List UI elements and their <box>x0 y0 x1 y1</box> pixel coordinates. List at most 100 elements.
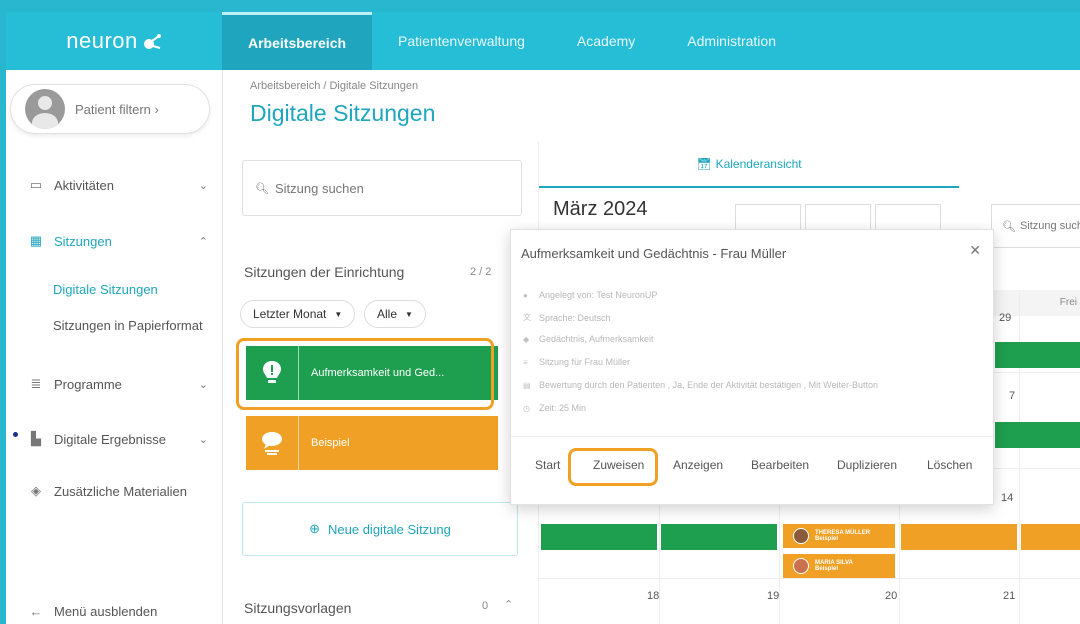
logo-mark-icon <box>140 32 162 50</box>
event-sub: Beispiel <box>815 536 839 542</box>
popup-detail-text: Bewertung durch den Patienten , Ja, Ende… <box>539 380 879 390</box>
plus-circle-icon: ⊕ <box>309 521 321 536</box>
calendar-search-input[interactable]: 🔍︎ Sitzung such <box>991 204 1080 248</box>
language-icon: 文 <box>523 313 531 322</box>
new-session-button[interactable]: ⊕ Neue digitale Sitzung <box>242 502 518 556</box>
calendar-event[interactable]: THERESA MÜLLER Beispiel <box>783 524 895 548</box>
day-number: 18 <box>647 590 660 602</box>
top-bar: neuron Arbeitsbereich Patientenverwaltun… <box>6 12 1080 70</box>
popup-detail: ◆ Gedächtnis, Aufmerksamkeit <box>523 334 654 344</box>
sidebar-subitem-digitale-sitzungen[interactable]: Digitale Sitzungen <box>53 282 158 297</box>
patient-filter-button[interactable]: Patient filtern › <box>10 84 210 134</box>
app-window: neuron Arbeitsbereich Patientenverwaltun… <box>6 12 1080 624</box>
popup-detail-text: Angelegt von: Test NeuronUP <box>539 290 658 300</box>
session-search-input[interactable]: 🔍︎ Sitzung suchen <box>242 160 522 216</box>
patient-filter-label: Patient filtern › <box>75 101 159 117</box>
tab-patientenverwaltung[interactable]: Patientenverwaltung <box>372 12 551 70</box>
filter-period-dropdown[interactable]: Letzter Monat ▼ <box>240 300 356 328</box>
person-icon: ● <box>523 290 528 300</box>
session-card-label: Beispiel <box>311 437 350 449</box>
calendar-grid-icon: ▦ <box>29 233 43 248</box>
day-number: 7 <box>1009 390 1016 402</box>
caret-down-icon: ▼ <box>334 309 343 319</box>
calendar-event-bar[interactable] <box>541 524 657 550</box>
filter-period-label: Letzter Monat <box>253 307 327 321</box>
chevron-down-icon: ⌄ <box>198 433 208 446</box>
avatar <box>793 558 809 574</box>
popup-divider <box>511 436 993 437</box>
popup-detail: ▤ Bewertung durch den Patienten , Ja, End… <box>523 380 878 390</box>
popup-detail: 文 Sprache: Deutsch <box>523 312 611 323</box>
avatar <box>25 89 65 129</box>
day-number: 20 <box>885 590 898 602</box>
popup-detail-text: Sprache: Deutsch <box>539 312 611 323</box>
day-number: 19 <box>767 590 780 602</box>
popup-detail-text: Zeit: 25 Min <box>539 403 587 413</box>
hide-menu-button[interactable]: ← Menü ausblenden <box>6 596 222 624</box>
highlight-session-card <box>236 338 494 410</box>
search-placeholder: Sitzung suchen <box>274 180 364 196</box>
section-title-einrichtung: Sitzungen der Einrichtung <box>244 264 405 280</box>
calendar-event-bar[interactable] <box>661 524 777 550</box>
sidebar-item-zusaetzliche-materialien[interactable]: ◈ Zusätzliche Materialien <box>6 476 222 506</box>
tab-administration[interactable]: Administration <box>661 12 802 70</box>
sidebar-item-label: Digitale Ergebnisse <box>54 431 167 447</box>
tag-icon: ◆ <box>523 334 530 344</box>
main-nav: Arbeitsbereich Patientenverwaltung Acade… <box>222 12 802 70</box>
sidebar-item-label: Programme <box>54 376 122 392</box>
search-icon: 🔍︎ <box>1002 220 1016 233</box>
tab-calendar-label: Kalenderansicht <box>715 157 802 171</box>
filter-icon: ≡ <box>523 357 528 367</box>
sidebar: Patient filtern › ▭ Aktivitäten ⌄ ▦ Sitz… <box>6 70 223 624</box>
section-count: 0 <box>482 600 489 612</box>
calendar-event-bar[interactable] <box>1021 524 1080 550</box>
popup-detail: ≡ Sitzung für Frau Müller <box>523 357 630 367</box>
sidebar-item-aktivitaeten[interactable]: ▭ Aktivitäten ⌄ <box>6 170 222 200</box>
list-icon: ≣ <box>30 376 42 391</box>
calendar-event-bar[interactable] <box>995 422 1080 448</box>
section-count: 2 / 2 <box>470 266 492 278</box>
popup-detail: ● Angelegt von: Test NeuronUP <box>523 290 657 300</box>
duplicate-button[interactable]: Duplizieren <box>837 458 897 472</box>
popup-detail-text: Sitzung für Frau Müller <box>539 357 631 367</box>
box-icon: ◈ <box>31 483 41 498</box>
view-button[interactable]: Anzeigen <box>673 458 723 472</box>
calendar-search-placeholder: Sitzung such <box>1019 220 1080 232</box>
popup-detail-text: Gedächtnis, Aufmerksamkeit <box>539 334 654 344</box>
chevron-down-icon: ⌄ <box>198 378 208 391</box>
popup-title: Aufmerksamkeit und Gedächtnis - Frau Mül… <box>521 246 787 261</box>
logo[interactable]: neuron <box>6 12 222 70</box>
day-column-divider <box>1019 290 1020 624</box>
arrow-left-icon: ← <box>29 603 43 619</box>
section-title-vorlagen: Sitzungsvorlagen <box>244 600 352 616</box>
tab-academy[interactable]: Academy <box>551 12 661 70</box>
logo-text: neuron <box>66 28 138 53</box>
close-icon[interactable]: ✕ <box>969 242 981 259</box>
calendar-event-bar[interactable] <box>901 524 1017 550</box>
tab-calendar-view[interactable]: 📅︎ Kalenderansicht <box>539 142 959 188</box>
chevron-up-icon: ⌃ <box>198 235 208 248</box>
popup-detail: ◷ Zeit: 25 Min <box>523 403 586 413</box>
start-button[interactable]: Start <box>535 458 560 472</box>
sidebar-item-sitzungen[interactable]: ▦ Sitzungen ⌃ <box>6 226 222 256</box>
filter-type-dropdown[interactable]: Alle ▼ <box>364 300 426 328</box>
session-card[interactable]: Beispiel <box>246 416 498 470</box>
sidebar-subitem-papierformat[interactable]: Sitzungen in Papierformat <box>53 318 203 333</box>
calendar-month: März 2024 <box>553 198 648 220</box>
chevron-down-icon: ⌄ <box>198 179 208 192</box>
sidebar-item-label: Zusätzliche Materialien <box>54 483 187 499</box>
delete-button[interactable]: Löschen <box>927 458 972 472</box>
edit-button[interactable]: Bearbeiten <box>751 458 809 472</box>
sidebar-item-programme[interactable]: ≣ Programme ⌄ <box>6 369 222 399</box>
calendar-event[interactable]: MARIA SILVA Beispiel <box>783 554 895 578</box>
search-icon: 🔍︎ <box>255 182 269 195</box>
tab-arbeitsbereich[interactable]: Arbeitsbereich <box>222 12 373 70</box>
day-number: 29 <box>999 312 1012 324</box>
caret-down-icon: ▼ <box>405 309 413 319</box>
chevron-up-icon[interactable]: ⌃ <box>504 598 513 611</box>
bar-chart-icon: ▙ <box>31 431 41 446</box>
breadcrumb[interactable]: Arbeitsbereich / Digitale Sitzungen <box>250 80 418 92</box>
highlight-assign-button <box>568 448 658 486</box>
sidebar-item-digitale-ergebnisse[interactable]: ▙ Digitale Ergebnisse ⌄ <box>6 424 222 454</box>
calendar-event-bar[interactable] <box>995 342 1080 368</box>
